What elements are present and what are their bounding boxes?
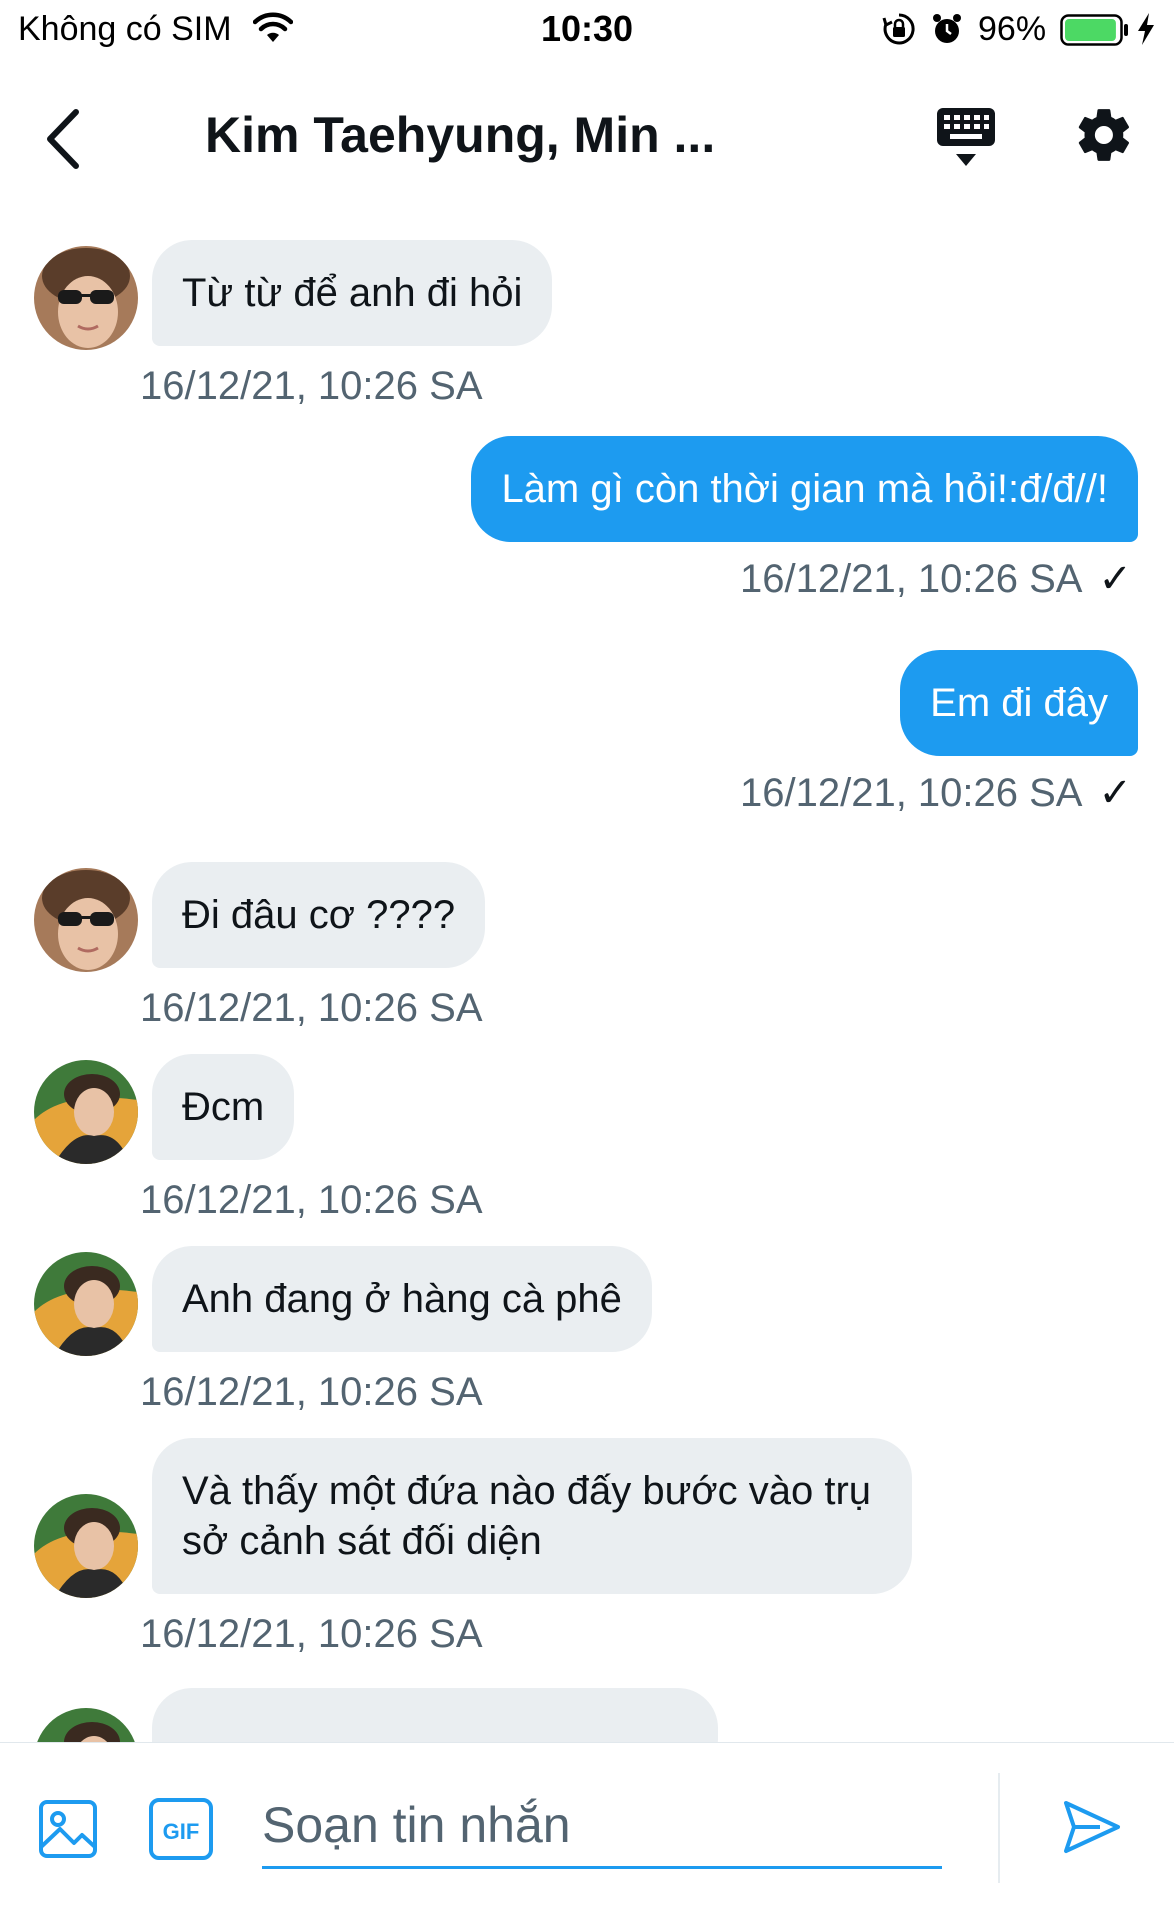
send-icon[interactable] bbox=[1062, 1797, 1122, 1857]
alarm-icon bbox=[933, 14, 961, 43]
message-text: Làm gì còn thời gian mà hỏi!:đ/đ//! bbox=[501, 467, 1108, 511]
charging-icon bbox=[1138, 13, 1154, 45]
message-timestamp: 16/12/21, 10:26 SA bbox=[140, 1370, 483, 1414]
back-chevron-icon[interactable] bbox=[36, 104, 92, 174]
message-list[interactable]: Từ từ để anh đi hỏi 16/12/21, 10:26 SA L… bbox=[0, 214, 1174, 1742]
message-timestamp: 16/12/21, 10:26 SA bbox=[140, 364, 483, 408]
message-bubble[interactable]: Đcm bbox=[152, 1054, 295, 1160]
sent-check-icon: ✓ bbox=[1098, 771, 1132, 815]
avatar[interactable] bbox=[34, 868, 138, 972]
message-bubble[interactable]: Đi đâu cơ ???? bbox=[152, 862, 486, 968]
message-text: Em đi đây bbox=[930, 681, 1108, 725]
message-timestamp: 16/12/21, 10:26 SA ✓ bbox=[739, 557, 1132, 601]
message-timestamp: 16/12/21, 10:26 SA bbox=[140, 986, 483, 1030]
message-text: Và thấy một đứa nào đấy bước vào trụ sở … bbox=[182, 1469, 872, 1563]
gif-icon[interactable]: GIF bbox=[148, 1797, 214, 1861]
message-bubble[interactable]: Và thấy một đứa nào đấy bước vào trụ sở … bbox=[152, 1438, 912, 1594]
avatar[interactable] bbox=[34, 1252, 138, 1356]
battery-percent: 96% bbox=[978, 10, 1047, 48]
conversation-header: Kim Taehyung, Min ... bbox=[0, 64, 1174, 214]
message-bubble[interactable]: Anh đang ở hàng cà phê bbox=[152, 1246, 652, 1352]
avatar[interactable] bbox=[34, 1060, 138, 1164]
avatar[interactable] bbox=[34, 1708, 138, 1742]
message-text: Từ từ để anh đi hỏi bbox=[182, 271, 523, 315]
message-text: Đcm bbox=[182, 1085, 265, 1129]
message-bubble[interactable]: Em đi đây bbox=[900, 650, 1138, 756]
composer-divider bbox=[998, 1773, 1000, 1883]
sent-check-icon: ✓ bbox=[1098, 557, 1132, 601]
conversation-title[interactable]: Kim Taehyung, Min ... bbox=[205, 106, 765, 164]
orientation-lock-icon bbox=[882, 13, 915, 45]
message-text: Anh đang ở hàng cà phê bbox=[182, 1277, 622, 1321]
message-input[interactable] bbox=[262, 1783, 942, 1869]
message-text: Đi đâu cơ ???? bbox=[182, 893, 456, 937]
composer-bar: GIF bbox=[0, 1742, 1174, 1920]
message-timestamp: 16/12/21, 10:26 SA bbox=[140, 1612, 483, 1656]
message-timestamp: 16/12/21, 10:26 SA bbox=[140, 1178, 483, 1222]
message-bubble[interactable]: Từ từ để anh đi hỏi bbox=[152, 240, 553, 346]
svg-text:GIF: GIF bbox=[163, 1819, 200, 1844]
gear-icon[interactable] bbox=[1073, 104, 1135, 166]
message-timestamp: 16/12/21, 10:26 SA ✓ bbox=[739, 771, 1132, 815]
status-bar: Không có SIM 10:30 96% bbox=[0, 0, 1174, 64]
avatar[interactable] bbox=[34, 1494, 138, 1598]
battery-icon bbox=[1060, 14, 1128, 46]
keyboard-icon[interactable] bbox=[935, 104, 997, 170]
image-icon[interactable] bbox=[38, 1799, 98, 1859]
avatar[interactable] bbox=[34, 246, 138, 350]
message-bubble[interactable]: Làm gì còn thời gian mà hỏi!:đ/đ//! bbox=[471, 436, 1138, 542]
message-bubble-partial[interactable] bbox=[152, 1688, 718, 1742]
